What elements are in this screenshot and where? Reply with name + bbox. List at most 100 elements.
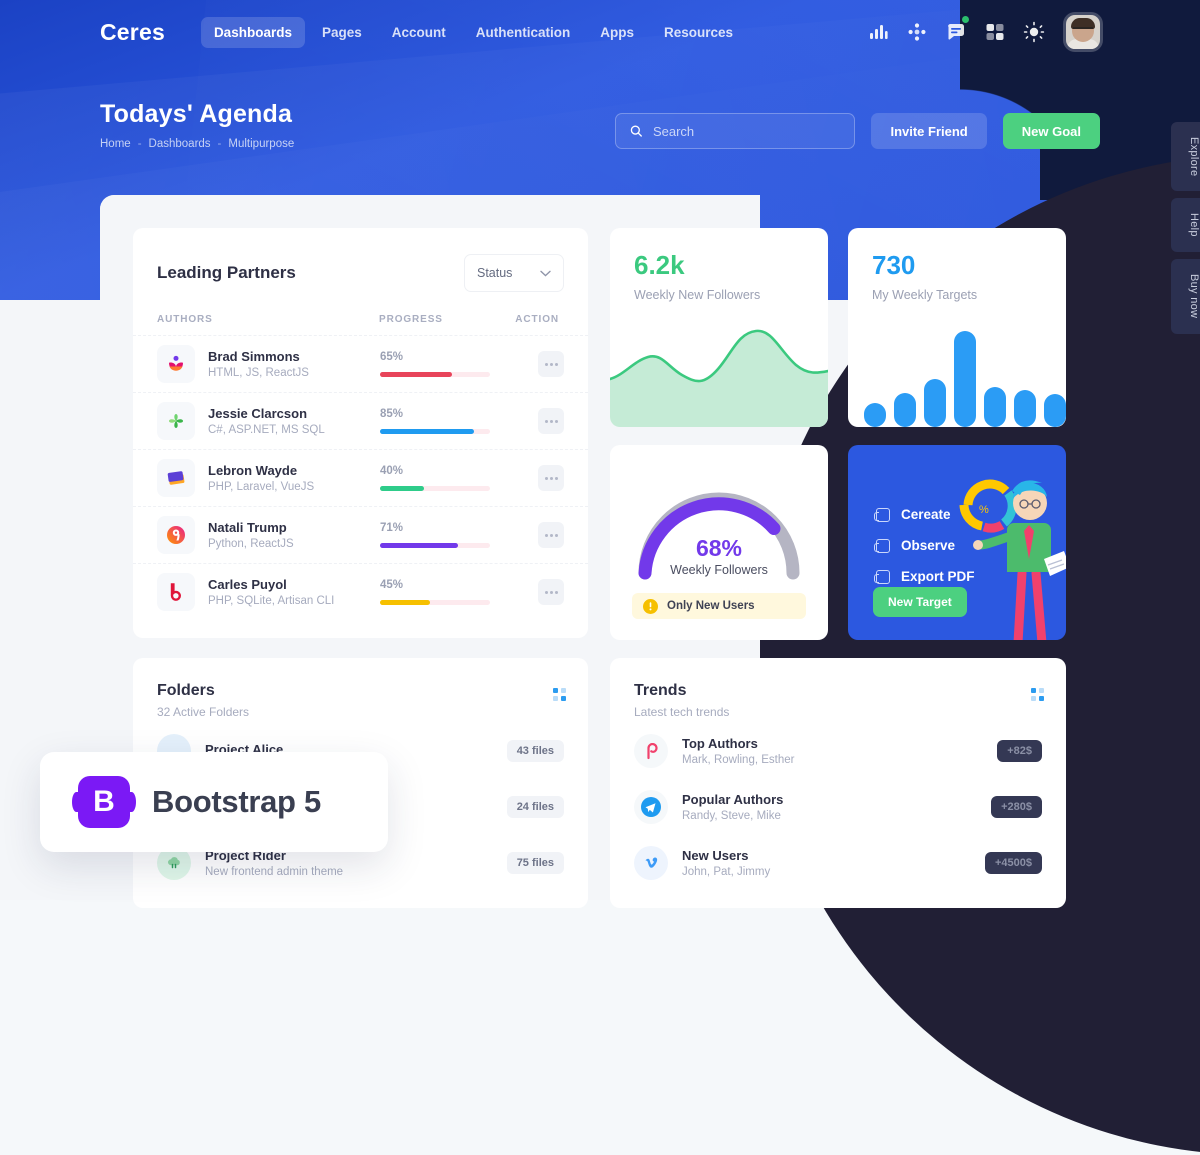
- gauge-alert-text: Only New Users: [667, 600, 755, 612]
- progress-fill: [380, 372, 452, 377]
- page-header: Todays' Agenda Home - Dashboards - Multi…: [100, 100, 294, 150]
- progress-fill: [380, 429, 474, 434]
- gauge-label: Weekly Followers: [670, 563, 768, 577]
- nav-item-account[interactable]: Account: [379, 17, 459, 48]
- nav-item-dashboards[interactable]: Dashboards: [200, 16, 305, 48]
- trend-text: Popular Authors Randy, Steve, Mike: [682, 792, 783, 822]
- breadcrumb-sep-1: -: [137, 138, 142, 150]
- trend-desc: John, Pat, Jimmy: [682, 866, 771, 878]
- user-avatar[interactable]: [1066, 15, 1100, 49]
- brand-logo[interactable]: Ceres: [100, 19, 165, 46]
- partner-stack: Python, ReactJS: [208, 538, 294, 550]
- breadcrumb-multipurpose[interactable]: Multipurpose: [228, 138, 294, 150]
- nav-item-resources[interactable]: Resources: [651, 17, 746, 48]
- nav-links: Dashboards Pages Account Authentication …: [200, 16, 746, 48]
- partner-name: Lebron Wayde: [208, 463, 298, 478]
- search-box[interactable]: [615, 113, 856, 149]
- breadcrumb: Home - Dashboards - Multipurpose: [100, 138, 294, 150]
- table-row[interactable]: Carles Puyol PHP, SQLite, Artisan CLI 45…: [133, 563, 588, 620]
- navbar-actions: [867, 15, 1100, 49]
- row-actions-button[interactable]: [538, 408, 564, 434]
- warning-icon: [643, 598, 658, 614]
- breadcrumb-home[interactable]: Home: [100, 138, 131, 150]
- folder-file-count: 43 files: [506, 740, 564, 762]
- breadcrumb-sep-2: -: [217, 138, 222, 150]
- sun-icon[interactable]: [1023, 21, 1045, 43]
- folders-title: Folders: [157, 682, 215, 699]
- trends-title: Trends: [634, 682, 687, 699]
- bootstrap-overlay-card[interactable]: B Bootstrap 5: [40, 752, 388, 852]
- trends-grid-icon[interactable]: [1031, 688, 1044, 701]
- list-item[interactable]: Popular Authors Randy, Steve, Mike +280$: [610, 779, 1066, 835]
- gauge-percent: 68%: [695, 535, 743, 561]
- weekly-followers-card: 6.2k Weekly New Followers: [610, 228, 828, 427]
- row-actions-button[interactable]: [538, 522, 564, 548]
- chat-icon[interactable]: [945, 16, 969, 43]
- table-row[interactable]: Lebron Wayde PHP, Laravel, VueJS 40%: [133, 449, 588, 506]
- status-dropdown-label: Status: [477, 266, 513, 280]
- status-dropdown[interactable]: Status: [464, 254, 564, 292]
- nav-item-authentication[interactable]: Authentication: [463, 17, 584, 48]
- followers-area-chart: [610, 329, 828, 427]
- row-actions-button[interactable]: [538, 465, 564, 491]
- partner-name-block: Natali Trump Python, ReactJS: [208, 520, 380, 550]
- nav-item-pages[interactable]: Pages: [309, 17, 375, 48]
- partner-name-block: Lebron Wayde PHP, Laravel, VueJS: [208, 463, 380, 493]
- search-icon: [631, 125, 643, 137]
- header-actions: Invite Friend New Goal: [615, 113, 1100, 149]
- table-row[interactable]: Brad Simmons HTML, JS, ReactJS 65%: [133, 335, 588, 392]
- side-tab-help[interactable]: Help: [1171, 198, 1200, 253]
- folder-text: Project Rider New frontend admin theme: [205, 848, 343, 878]
- partners-title: Leading Partners: [157, 263, 296, 282]
- new-goal-button[interactable]: New Goal: [1002, 113, 1100, 149]
- table-row[interactable]: Jessie Clarcson C#, ASP.NET, MS SQL 85%: [133, 392, 588, 449]
- partners-table-header: AUTHORS PROGRESS ACTION: [133, 292, 588, 335]
- sparkle-icon[interactable]: [906, 21, 928, 43]
- breadcrumb-dashboards[interactable]: Dashboards: [149, 138, 211, 150]
- checkbox-icon: [874, 538, 890, 553]
- trend-amount: +4500$: [984, 852, 1042, 874]
- list-item[interactable]: Top Authors Mark, Rowling, Esther +82$: [610, 723, 1066, 779]
- telegram-icon: [634, 790, 668, 824]
- svg-text:%: %: [979, 504, 989, 516]
- column-progress: PROGRESS: [379, 314, 443, 325]
- trends-subtitle: Latest tech trends: [634, 705, 730, 719]
- nav-item-apps[interactable]: Apps: [587, 17, 647, 48]
- side-tabs: Explore Help Buy now: [1171, 122, 1200, 334]
- bootstrap-logo-letter: B: [93, 785, 115, 818]
- trend-desc: Mark, Rowling, Esther: [682, 754, 795, 766]
- weekly-followers-value: 6.2k: [634, 250, 685, 280]
- page-title: Todays' Agenda: [100, 100, 293, 128]
- row-actions-button[interactable]: [538, 351, 564, 377]
- grid-icon[interactable]: [984, 21, 1006, 43]
- folders-grid-icon[interactable]: [553, 688, 566, 701]
- partner-name-block: Brad Simmons HTML, JS, ReactJS: [208, 349, 380, 379]
- progress-track: [380, 486, 490, 491]
- bootstrap-label: Bootstrap 5: [152, 784, 321, 819]
- partner-progress: 85%: [380, 408, 500, 434]
- search-input[interactable]: [652, 123, 841, 139]
- progress-track: [380, 600, 490, 605]
- partner-progress: 45%: [380, 579, 500, 605]
- bar-chart-icon[interactable]: [867, 21, 889, 43]
- side-tab-buy-now[interactable]: Buy now: [1171, 259, 1200, 334]
- partner-progress-value: 40%: [380, 465, 404, 477]
- partner-progress-value: 71%: [380, 522, 404, 534]
- top-navbar: Ceres Dashboards Pages Account Authentic…: [0, 0, 1200, 64]
- side-tab-explore[interactable]: Explore: [1171, 122, 1200, 192]
- weekly-targets-card: 730 My Weekly Targets: [848, 228, 1066, 427]
- partner-avatar-icon: [157, 402, 195, 440]
- folder-file-count: 24 files: [506, 796, 564, 818]
- bootstrap-logo-icon: B: [72, 776, 136, 828]
- list-item[interactable]: New Users John, Pat, Jimmy +4500$: [610, 835, 1066, 891]
- invite-friend-button[interactable]: Invite Friend: [871, 113, 987, 149]
- checkbox-icon: [874, 507, 890, 522]
- row-actions-button[interactable]: [538, 579, 564, 605]
- gauge-alert: Only New Users: [632, 593, 806, 619]
- table-row[interactable]: Natali Trump Python, ReactJS 71%: [133, 506, 588, 563]
- trend-text: Top Authors Mark, Rowling, Esther: [682, 736, 794, 766]
- progress-track: [380, 543, 490, 548]
- partner-avatar-icon: [157, 345, 195, 383]
- partner-stack: C#, ASP.NET, MS SQL: [208, 424, 325, 436]
- trend-text: New Users John, Pat, Jimmy: [682, 848, 770, 878]
